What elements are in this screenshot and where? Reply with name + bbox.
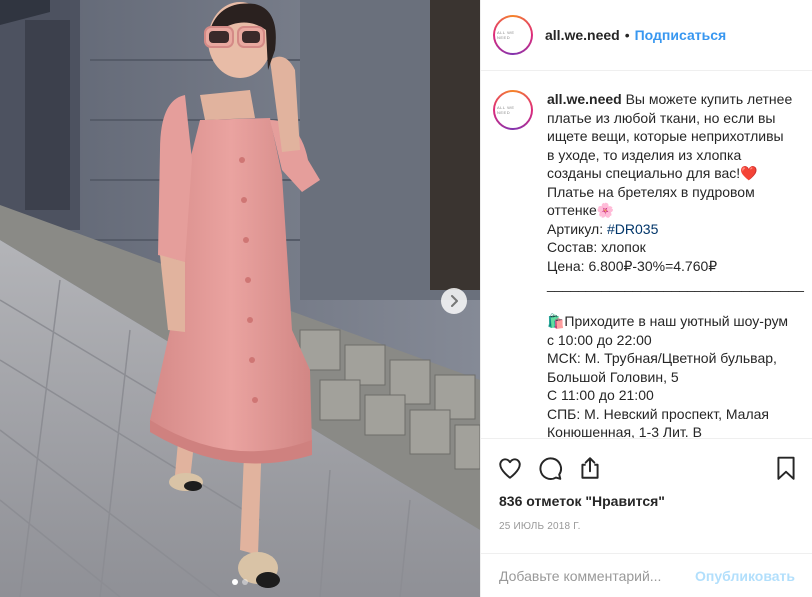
caption-line-15: Большой Головин, 5 [547,368,679,385]
caption-line-8: Состав: хлопок [547,239,646,255]
action-icons [497,455,799,483]
caption-avatar[interactable]: ALL WE NEED [493,90,533,130]
likes-count[interactable]: 836 отметок "Нравится" [499,493,665,509]
post-header: ALL WE NEED all.we.need • Подписаться [481,0,812,71]
post-actions: 836 отметок "Нравится" 25 июль 2018 г. О… [481,438,812,596]
carousel-indicator [0,579,480,585]
caption: ALL WE NEED all.we.need Вы можете купить… [481,72,812,438]
hashtag-link[interactable]: #DR035 [607,221,658,237]
comments-area[interactable]: ALL WE NEED all.we.need Вы можете купить… [481,72,812,438]
save-button[interactable] [773,455,799,486]
follow-button[interactable]: Подписаться [635,27,727,43]
comment-button[interactable] [537,455,563,486]
caption-line-18: Конюшенная, 1-3 Лит. В [547,424,702,438]
chevron-right-icon [451,295,458,307]
caption-line-11 [547,294,803,313]
comment-form: Опубликовать [481,553,812,597]
caption-line-16: С 11:00 до 21:00 [547,387,654,403]
caption-line-17: СПБ: М. Невский проспект, Малая [547,405,769,422]
carousel-next-button[interactable] [441,288,467,314]
caption-line-9: Цена: 6.800₽-30%=4.760₽ [547,257,718,274]
caption-text: all.we.need Вы можете купить летнее плат… [547,90,804,438]
header-separator: • [624,27,630,43]
caption-line-0-text: Вы можете купить летнее [625,91,793,107]
caption-line-1: платье из любой ткани, но если вы [547,109,776,126]
post-details-panel: ALL WE NEED all.we.need • Подписаться AL… [480,0,812,597]
carousel-dot [242,579,248,585]
caption-line-6: оттенке🌸 [547,202,615,218]
caption-username[interactable]: all.we.need [547,91,622,107]
caption-line-7: Артикул: #DR035 [547,220,803,239]
share-icon [581,457,599,479]
caption-line-5: Платье на бретелях в пудровом [547,183,755,200]
carousel-dot-active [232,579,238,585]
caption-line-12: 🛍️Приходите в наш уютный шоу-рум [547,313,789,329]
comment-icon [539,457,562,480]
caption-line-13: с 10:00 до 22:00 [547,331,652,348]
avatar-logo-text: ALL WE NEED [495,17,531,53]
header-username[interactable]: all.we.need [545,27,620,43]
post-date[interactable]: 25 июль 2018 г. [499,521,581,532]
caption-avatar-logo-text: ALL WE NEED [495,92,531,128]
comment-input[interactable] [499,567,696,584]
share-button[interactable] [577,455,603,486]
caption-line-14: МСК: М. Трубная/Цветной бульвар, [547,350,777,366]
instagram-post: ALL WE NEED all.we.need • Подписаться AL… [0,0,812,597]
bookmark-icon [777,456,795,480]
post-photo[interactable] [0,0,480,597]
avatar[interactable]: ALL WE NEED [493,15,533,55]
caption-line-2: ищете вещи, которые неприхотливы [547,128,784,144]
caption-line-7-text: Артикул: [547,220,607,237]
caption-line-4: созданы специально для вас!❤️ [547,165,758,181]
publish-button[interactable]: Опубликовать [695,568,795,584]
caption-line-3: в уходе, то изделия из хлопка [547,146,742,163]
caption-divider: _________________________________ [547,276,804,292]
photo-scene [0,0,480,597]
caption-line-0: all.we.need Вы можете купить летнее [547,90,803,109]
heart-icon [499,458,521,479]
like-button[interactable] [497,455,523,486]
